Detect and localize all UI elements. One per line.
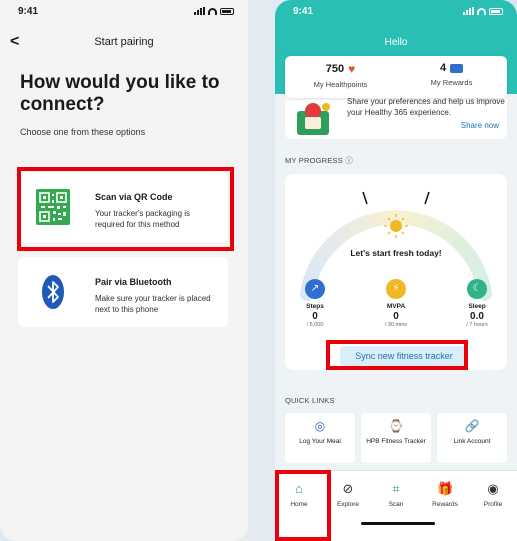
signal-icon <box>194 7 205 15</box>
wifi-icon <box>477 7 486 15</box>
page-title: Start pairing <box>94 36 154 48</box>
mvpa-label: MVPA <box>386 303 406 310</box>
pair-bluetooth-option[interactable]: Pair via Bluetooth Make sure your tracke… <box>18 257 228 327</box>
meal-icon: ◎ <box>314 419 326 433</box>
battery-icon <box>220 7 234 15</box>
moon-icon: ☾ <box>467 279 487 299</box>
tab-explore[interactable]: ⊘ Explore <box>324 481 372 508</box>
lightning-icon: ⚡ <box>386 279 406 299</box>
scan-icon: ⌗ <box>392 481 400 496</box>
options-subtitle: Choose one from these options <box>20 127 146 137</box>
link-icon: 🔗 <box>464 419 480 433</box>
healthpoints-value: 750 <box>325 63 345 75</box>
battery-icon <box>489 7 503 15</box>
promo-card[interactable]: Share your preferences and help us impro… <box>285 94 507 139</box>
steps-value: 0 <box>312 311 318 322</box>
healthpoints-label: My Healthpoints <box>313 80 368 89</box>
bluetooth-icon <box>42 275 64 309</box>
mvpa-goal: / 30 mins <box>384 322 408 328</box>
quick-link-link-account[interactable]: 🔗 Link Account <box>437 413 507 463</box>
quick-link-log-meal[interactable]: ◎ Log Your Meal <box>285 413 355 463</box>
promo-text: Share your preferences and help us impro… <box>347 97 505 117</box>
quick-links-label: QUICK LINKS <box>285 396 335 405</box>
stats-card: 750 ♥ My Healthpoints 4 My Rewards <box>285 56 507 98</box>
ticket-icon <box>450 63 464 73</box>
quick-link-label: Link Account <box>453 438 491 445</box>
pair-bluetooth-title: Pair via Bluetooth <box>95 277 172 287</box>
quick-link-fitness-tracker[interactable]: ⌚ HPB Fitness Tracker <box>361 413 431 463</box>
survey-illustration-icon <box>297 103 330 135</box>
share-now-link[interactable]: Share now <box>461 121 499 130</box>
steps-icon: ↗ <box>305 279 325 299</box>
sleep-goal: / 7 hours <box>466 322 488 328</box>
rewards-value: 4 <box>439 62 447 74</box>
connect-headline: How would you like to connect? <box>20 72 220 115</box>
gauge-tick <box>362 191 368 205</box>
rewards-label: My Rewards <box>430 78 473 87</box>
highlight-box <box>326 340 468 370</box>
steps-label: Steps <box>306 303 324 310</box>
profile-icon: ◉ <box>487 481 499 496</box>
tab-label: Explore <box>336 501 360 508</box>
home-indicator <box>361 522 435 525</box>
sleep-value: 0.0 <box>470 311 484 322</box>
mvpa-value: 0 <box>393 311 399 322</box>
tab-label: Scan <box>388 501 404 508</box>
my-progress-label: MY PROGRESS ⓘ <box>285 156 353 165</box>
status-time: 9:41 <box>293 6 314 17</box>
sleep-label: Sleep <box>468 303 486 310</box>
status-bar: 9:41 <box>275 0 517 24</box>
signal-icon <box>463 7 474 15</box>
gauge-tick <box>424 191 430 205</box>
compass-icon: ⊘ <box>342 481 354 496</box>
heart-icon: ♥ <box>348 62 356 76</box>
fresh-start-text: Let's start fresh today! <box>350 248 442 258</box>
status-bar: 9:41 <box>0 0 248 24</box>
tab-rewards[interactable]: 🎁 Rewards <box>421 481 469 508</box>
left-phone-screen: 9:41 < Start pairing How would you like … <box>0 0 248 541</box>
quick-link-label: HPB Fitness Tracker <box>366 438 426 445</box>
right-phone-screen: 9:41 Hello Share your preferences and he… <box>275 0 517 541</box>
tab-scan[interactable]: ⌗ Scan <box>372 481 420 508</box>
highlight-box <box>17 167 234 251</box>
gift-icon: 🎁 <box>437 481 454 496</box>
healthpoints-stat[interactable]: 750 ♥ My Healthpoints <box>285 62 396 89</box>
tab-profile[interactable]: ◉ Profile <box>469 481 517 508</box>
wifi-icon <box>208 7 217 15</box>
status-time: 9:41 <box>18 6 39 17</box>
tab-label: Profile <box>483 501 503 508</box>
steps-goal: / 5,000 <box>306 322 324 328</box>
tab-label: Rewards <box>432 501 458 508</box>
sleep-metric[interactable]: ☾ Sleep 0.0 / 7 hours <box>447 279 507 328</box>
pair-bluetooth-description: Make sure your tracker is placed next to… <box>95 294 211 314</box>
mvpa-metric[interactable]: ⚡ MVPA 0 / 30 mins <box>366 279 426 328</box>
watch-icon: ⌚ <box>388 419 404 433</box>
steps-metric[interactable]: ↗ Steps 0 / 5,000 <box>285 279 345 328</box>
greeting: Hello <box>384 37 408 48</box>
highlight-box <box>275 470 331 541</box>
quick-link-label: Log Your Meal <box>299 438 341 445</box>
rewards-stat[interactable]: 4 My Rewards <box>396 62 507 87</box>
